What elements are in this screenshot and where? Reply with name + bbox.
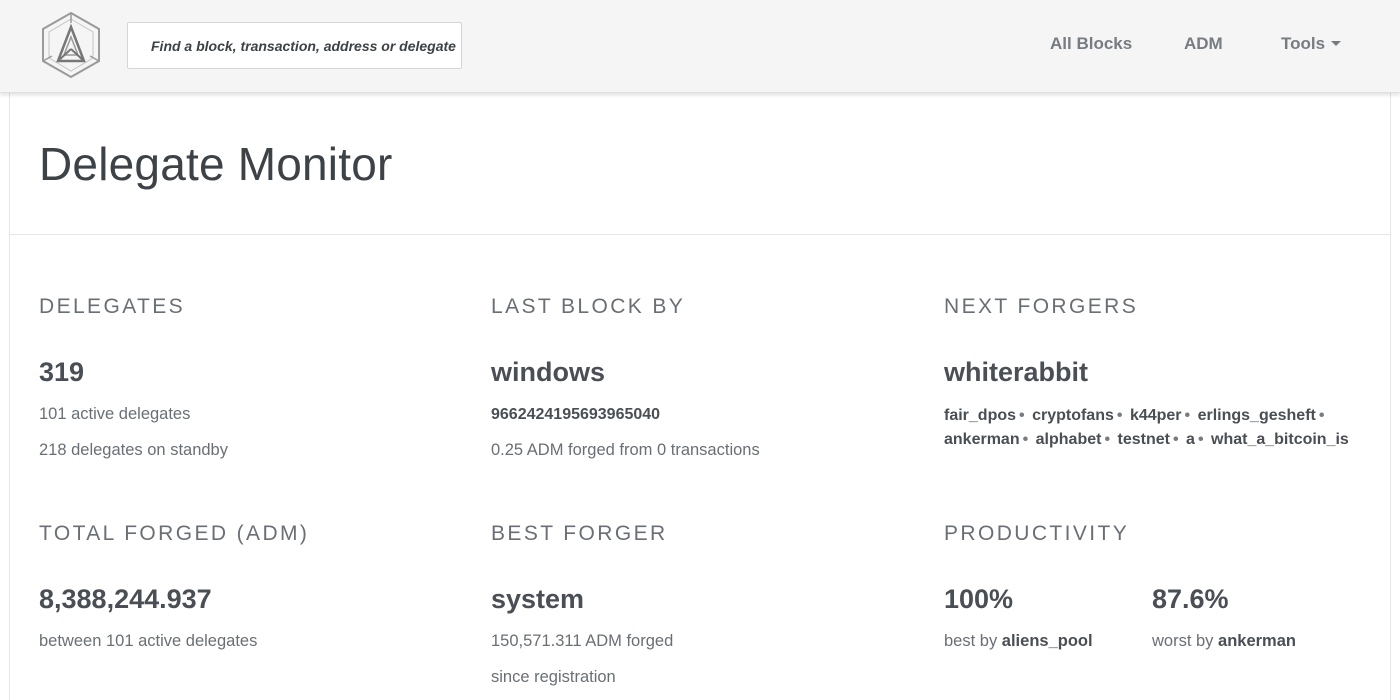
worst-productivity-prefix: worst by: [1152, 632, 1214, 650]
best-forger-note: since registration: [491, 668, 616, 686]
bullet-separator: •: [1104, 431, 1111, 448]
total-forged-amount: 8,388,244.937: [39, 584, 212, 614]
best-forger-delegate-link[interactable]: system: [491, 584, 584, 615]
best-forger-heading: BEST FORGER: [491, 522, 668, 545]
last-block-details: 0.25 ADM forged from 0 transactions: [491, 441, 760, 459]
delegates-count: 319: [39, 357, 85, 387]
best-productivity-text: best by aliens_pool: [944, 632, 1093, 651]
forger-link[interactable]: erlings_gesheft: [1198, 407, 1316, 424]
forger-link[interactable]: fair_dpos: [944, 407, 1016, 424]
active-delegates-text: 101 active delegates: [39, 405, 191, 423]
adamant-logo-icon[interactable]: [40, 11, 102, 79]
bullet-separator: •: [1318, 407, 1325, 424]
last-block-id-link[interactable]: 9662424195693965040: [491, 406, 660, 424]
best-productivity-prefix: best by: [944, 632, 998, 650]
bullet-separator: •: [1172, 431, 1179, 448]
page-title: Delegate Monitor: [39, 138, 393, 190]
bullet-separator: •: [1197, 431, 1204, 448]
nav-tools-label: Tools: [1281, 34, 1326, 53]
next-forgers-list: fair_dpos • cryptofans • k44per • erlings_g…: [944, 404, 1364, 452]
total-forged-note: between 101 active delegates: [39, 632, 258, 650]
title-divider: [10, 234, 1390, 235]
nav-tools-dropdown[interactable]: Tools: [1281, 34, 1342, 54]
delegates-heading: DELEGATES: [39, 295, 186, 318]
bullet-separator: •: [1022, 431, 1029, 448]
bullet-separator: •: [1184, 407, 1191, 424]
next-forgers-heading: NEXT FORGERS: [944, 295, 1139, 318]
last-block-heading: LAST BLOCK BY: [491, 295, 686, 318]
nav-all-blocks-link[interactable]: All Blocks: [1050, 34, 1132, 54]
best-forger-amount: 150,571.311 ADM forged: [491, 632, 674, 650]
best-productivity-delegate-link[interactable]: aliens_pool: [1002, 632, 1093, 650]
best-productivity-value: 100%: [944, 584, 1014, 614]
worst-productivity-text: worst by ankerman: [1152, 632, 1296, 651]
current-forger-link[interactable]: whiterabbit: [944, 357, 1088, 388]
worst-productivity-delegate-link[interactable]: ankerman: [1218, 632, 1296, 650]
productivity-heading: PRODUCTIVITY: [944, 522, 1130, 545]
bullet-separator: •: [1116, 407, 1123, 424]
nav-adm-link[interactable]: ADM: [1184, 34, 1223, 54]
forger-link[interactable]: k44per: [1130, 407, 1182, 424]
forger-link[interactable]: alphabet: [1036, 431, 1102, 448]
forger-link[interactable]: ankerman: [944, 431, 1020, 448]
forger-link[interactable]: testnet: [1118, 431, 1170, 448]
forger-link[interactable]: a: [1186, 431, 1195, 448]
search-input[interactable]: [127, 22, 462, 69]
worst-productivity-value: 87.6%: [1152, 584, 1229, 614]
standby-delegates-text: 218 delegates on standby: [39, 441, 228, 459]
top-navbar: All Blocks ADM Tools: [0, 0, 1400, 93]
forger-link[interactable]: what_a_bitcoin_is: [1211, 431, 1349, 448]
forger-link[interactable]: cryptofans: [1032, 407, 1114, 424]
caret-down-icon: [1331, 41, 1342, 47]
last-block-delegate-link[interactable]: windows: [491, 357, 605, 388]
total-forged-heading: TOTAL FORGED (ADM): [39, 522, 310, 545]
bullet-separator: •: [1019, 407, 1025, 424]
